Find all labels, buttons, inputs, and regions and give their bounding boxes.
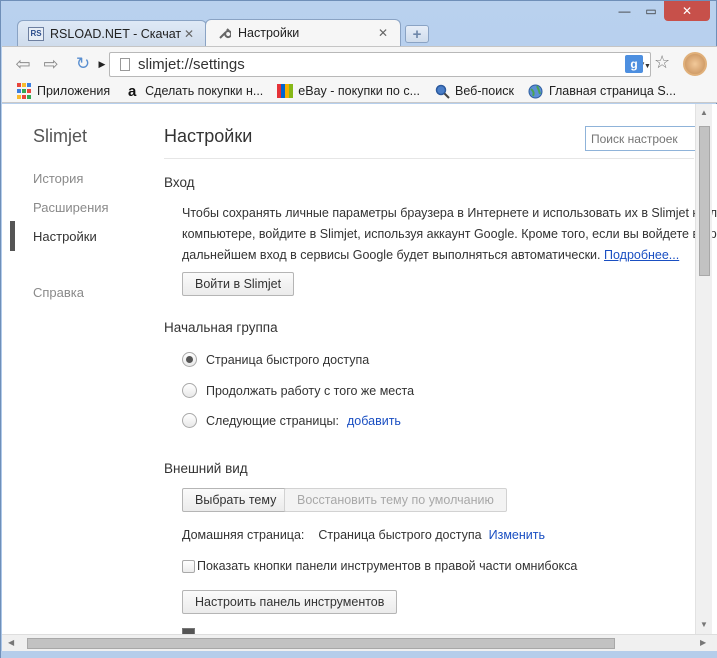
bookmark-label: Главная страница S... [548, 84, 677, 98]
bookmark-label: Сделать покупки н... [145, 84, 264, 98]
bookmarks-bar: Приложения a Сделать покупки н... eBay -… [2, 80, 717, 103]
bookmark-label: Веб-поиск [455, 84, 514, 98]
bookmark-ebay[interactable]: eBay - покупки по с... [277, 83, 420, 99]
home-page-value: Страница быстрого доступа [318, 528, 482, 542]
home-page-row: Домашняя страница: Страница быстрого дос… [182, 528, 545, 542]
radio-label: Страница быстрого доступа [206, 352, 370, 367]
tab-settings[interactable]: Настройки ✕ [205, 19, 401, 46]
amazon-icon: a [127, 82, 137, 100]
bookmark-apps[interactable]: Приложения [16, 83, 110, 99]
sidebar-item-history[interactable]: История [33, 171, 83, 186]
bookmark-web-search[interactable]: Веб-поиск [434, 83, 514, 99]
radio-button[interactable] [182, 352, 197, 367]
section-heading-startup: Начальная группа [164, 320, 278, 335]
sidebar-item-settings[interactable]: Настройки [33, 229, 97, 244]
signin-line: Чтобы сохранять личные параметры браузер… [182, 206, 717, 220]
back-arrow-icon[interactable]: ⇦ [12, 53, 34, 75]
tab-close-icon[interactable]: ✕ [376, 26, 390, 40]
show-toolbar-buttons-option[interactable]: Показать кнопки панели инструментов в пр… [182, 559, 577, 573]
add-pages-link[interactable]: добавить [347, 414, 401, 428]
section-heading-signin: Вход [164, 175, 195, 190]
scroll-thumb[interactable] [699, 126, 710, 276]
section-heading-appearance: Внешний вид [164, 461, 248, 476]
learn-more-link[interactable]: Подробнее... [604, 248, 679, 262]
browser-window: — ▭ ✕ RS RSLOAD.NET - Скачать со ✕ Настр… [0, 0, 717, 658]
sidebar-item-help[interactable]: Справка [33, 285, 84, 300]
search-engine-caret-icon[interactable]: ▼ [644, 63, 651, 70]
minimize-button[interactable]: — [611, 1, 638, 21]
horizontal-scrollbar[interactable]: ◀ ▶ [2, 634, 717, 651]
bookmark-star-icon[interactable]: ☆ [654, 52, 670, 73]
radio-button[interactable] [182, 413, 197, 428]
bookmark-label: Приложения [37, 84, 111, 98]
settings-page: Slimjet История Расширения Настройки Спр… [2, 104, 717, 634]
vertical-scrollbar[interactable]: ▲ ▼ [695, 104, 712, 634]
reset-theme-button[interactable]: Восстановить тему по умолчанию [284, 488, 507, 512]
new-tab-button[interactable]: + [405, 25, 429, 43]
divider [164, 158, 694, 159]
omnibox[interactable]: slimjet://settings ▼ [109, 52, 651, 77]
search-icon [434, 83, 450, 99]
google-search-icon[interactable]: g [625, 55, 643, 73]
scroll-left-icon[interactable]: ◀ [8, 638, 14, 647]
tab-rsload[interactable]: RS RSLOAD.NET - Скачать со ✕ [17, 20, 207, 46]
scroll-up-icon[interactable]: ▲ [700, 108, 708, 117]
checkbox-label: Показать кнопки панели инструментов в пр… [197, 559, 578, 573]
startup-option-newtab[interactable]: Страница быстрого доступа [182, 352, 369, 367]
signin-line: компьютере, войдите в Slimjet, используя… [182, 227, 717, 241]
startup-option-pages[interactable]: Следующие страницы: добавить [182, 413, 401, 428]
close-window-button[interactable]: ✕ [664, 1, 710, 21]
tab-close-icon[interactable]: ✕ [182, 27, 196, 41]
signin-line: дальнейшем вход в сервисы Google будет в… [182, 245, 702, 266]
radio-button[interactable] [182, 383, 197, 398]
window-border [1, 651, 717, 658]
toolbar: ⇦ ⇨ ↻ ▶ slimjet://settings ▼ g ▼ ☆ [2, 46, 717, 80]
radio-label: Продолжать работу с того же места [206, 383, 415, 398]
scroll-thumb[interactable] [27, 638, 615, 649]
sidebar: Slimjet История Расширения Настройки Спр… [2, 104, 152, 634]
signin-description: Чтобы сохранять личные параметры браузер… [182, 203, 717, 266]
bookmark-amazon[interactable]: a Сделать покупки н... [124, 82, 264, 100]
signin-line-text: дальнейшем вход в сервисы Google будет в… [182, 248, 601, 262]
choose-theme-button[interactable]: Выбрать тему [182, 488, 290, 512]
scroll-down-icon[interactable]: ▼ [700, 620, 708, 629]
reload-icon[interactable]: ↻ [72, 53, 94, 75]
window-controls: — ▭ ✕ [611, 1, 710, 21]
rs-favicon-icon: RS [28, 26, 44, 41]
main-panel: Настройки Вход Чтобы сохранять личные па… [164, 104, 717, 634]
maximize-button[interactable]: ▭ [638, 1, 664, 21]
avatar[interactable] [683, 52, 707, 76]
apps-icon [16, 83, 32, 99]
page-icon [120, 58, 130, 71]
bookmark-home-page[interactable]: Главная страница S... [528, 83, 676, 99]
brand-title: Slimjet [33, 126, 88, 146]
wrench-icon [216, 26, 232, 40]
bookmark-label: eBay - покупки по с... [298, 84, 421, 98]
sidebar-item-extensions[interactable]: Расширения [33, 200, 109, 215]
search-settings-input[interactable] [585, 126, 697, 151]
home-page-label: Домашняя страница: [182, 528, 305, 542]
radio-label: Следующие страницы: [206, 413, 339, 428]
forward-arrow-icon[interactable]: ⇨ [40, 53, 62, 75]
scroll-right-icon[interactable]: ▶ [700, 638, 706, 647]
arrow-right-icon[interactable]: ▶ [97, 53, 107, 75]
startup-option-continue[interactable]: Продолжать работу с того же места [182, 383, 414, 398]
tab-strip: RS RSLOAD.NET - Скачать со ✕ Настройки ✕… [17, 19, 429, 46]
checkbox[interactable] [182, 559, 195, 573]
tab-title: Настройки [238, 26, 300, 40]
selected-indicator [10, 221, 15, 251]
change-home-link[interactable]: Изменить [489, 528, 545, 542]
page-title: Настройки [164, 126, 253, 146]
ebay-icon [277, 83, 294, 99]
signin-button[interactable]: Войти в Slimjet [182, 272, 295, 296]
tab-title: RSLOAD.NET - Скачать со [50, 26, 182, 41]
customize-toolbar-button[interactable]: Настроить панель инструментов [182, 590, 398, 614]
globe-icon [528, 83, 544, 99]
url-text[interactable]: slimjet://settings [138, 56, 638, 73]
